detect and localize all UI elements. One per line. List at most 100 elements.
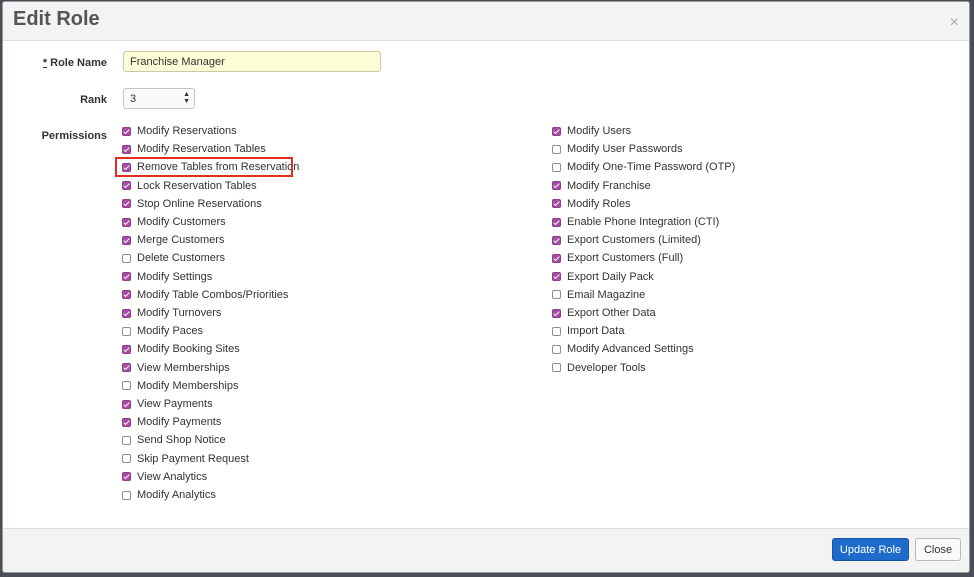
checkbox-checked[interactable]: [122, 199, 131, 209]
checkbox-checked[interactable]: [552, 181, 561, 191]
permission-item[interactable]: Email Magazine: [552, 286, 645, 304]
checkbox-unchecked[interactable]: [552, 363, 561, 373]
permission-label: Modify Reservations: [137, 125, 237, 137]
permission-item[interactable]: View Analytics: [122, 468, 207, 486]
checkbox-unchecked[interactable]: [552, 326, 561, 336]
checkbox-unchecked[interactable]: [552, 344, 561, 354]
checkbox-checked[interactable]: [122, 308, 131, 318]
permission-item[interactable]: Modify Payments: [122, 413, 221, 431]
permission-item[interactable]: Import Data: [552, 322, 624, 340]
select-arrows-icon: ▲ ▼: [183, 91, 190, 105]
permission-item[interactable]: Modify Reservations: [122, 122, 237, 140]
permission-item[interactable]: Send Shop Notice: [122, 431, 226, 449]
permission-item[interactable]: View Memberships: [122, 359, 230, 377]
permission-item[interactable]: Modify Reservation Tables: [122, 140, 266, 158]
permission-label: Export Daily Pack: [567, 270, 654, 283]
checkbox-unchecked[interactable]: [552, 290, 561, 300]
permission-label: Skip Payment Request: [137, 452, 249, 465]
close-icon[interactable]: ×: [950, 15, 959, 31]
modal-title: Edit Role: [13, 8, 100, 30]
permission-label: Email Magazine: [567, 288, 646, 301]
permission-item[interactable]: Modify Booking Sites: [122, 340, 240, 358]
checkbox-checked[interactable]: [122, 272, 131, 282]
permission-item[interactable]: Modify Franchise: [552, 177, 651, 195]
permission-item[interactable]: Export Customers (Full): [552, 249, 683, 267]
checkbox-checked[interactable]: [122, 181, 131, 191]
permission-item[interactable]: Export Customers (Limited): [552, 231, 701, 249]
permission-label: Modify Turnovers: [137, 307, 222, 319]
permission-label: Delete Customers: [137, 252, 226, 265]
checkbox-unchecked[interactable]: [122, 490, 131, 500]
checkbox-checked[interactable]: [122, 235, 131, 245]
checkbox-checked[interactable]: [122, 162, 131, 172]
checkbox-checked[interactable]: [122, 144, 131, 154]
permission-item[interactable]: Skip Payment Request: [122, 450, 249, 468]
permission-item[interactable]: Stop Online Reservations: [122, 195, 262, 213]
permission-item[interactable]: Modify Settings: [122, 268, 212, 286]
permission-item[interactable]: Modify Table Combos/Priorities: [122, 286, 288, 304]
permission-item[interactable]: Modify Paces: [122, 322, 203, 340]
checkbox-unchecked[interactable]: [122, 454, 131, 464]
checkbox-checked[interactable]: [122, 417, 131, 427]
permission-item[interactable]: Developer Tools: [552, 359, 646, 377]
checkbox-checked[interactable]: [552, 308, 561, 318]
permission-item[interactable]: Lock Reservation Tables: [122, 177, 257, 195]
permission-label: Modify Analytics: [137, 489, 216, 501]
permission-item[interactable]: Export Other Data: [552, 304, 656, 322]
permission-label: Enable Phone Integration (CTI): [567, 216, 720, 228]
permission-label: Modify User Passwords: [567, 143, 683, 156]
permission-label: Stop Online Reservations: [137, 197, 262, 210]
update-role-button[interactable]: Update Role: [832, 538, 909, 561]
checkbox-checked[interactable]: [552, 272, 561, 282]
permission-item[interactable]: Delete Customers: [122, 249, 225, 267]
checkbox-checked[interactable]: [122, 363, 131, 373]
permission-label: Modify Customers: [137, 216, 226, 228]
permission-item[interactable]: Modify Users: [552, 122, 631, 140]
permission-label: View Payments: [137, 398, 213, 410]
permission-item[interactable]: Modify Advanced Settings: [552, 340, 694, 358]
permission-item[interactable]: Modify User Passwords: [552, 140, 683, 158]
permission-item[interactable]: Export Daily Pack: [552, 268, 654, 286]
checkbox-checked[interactable]: [122, 126, 131, 136]
checkbox-checked[interactable]: [122, 217, 131, 227]
permission-item[interactable]: Remove Tables from Reservation: [122, 158, 299, 176]
checkbox-checked[interactable]: [552, 199, 561, 209]
checkbox-checked[interactable]: [122, 344, 131, 354]
permission-item[interactable]: Modify One-Time Password (OTP): [552, 158, 735, 176]
checkbox-unchecked[interactable]: [122, 381, 131, 391]
checkbox-unchecked[interactable]: [122, 326, 131, 336]
permission-label: Modify Memberships: [137, 379, 239, 392]
permission-item[interactable]: Modify Turnovers: [122, 304, 221, 322]
permission-item[interactable]: View Payments: [122, 395, 213, 413]
close-button[interactable]: Close: [915, 538, 961, 561]
permission-label: Modify Settings: [137, 270, 213, 283]
permission-item[interactable]: Enable Phone Integration (CTI): [552, 213, 719, 231]
checkbox-checked[interactable]: [122, 399, 131, 409]
checkbox-checked[interactable]: [552, 253, 561, 263]
permission-label: Modify Table Combos/Priorities: [137, 288, 289, 301]
required-mark: *: [42, 57, 48, 69]
checkbox-checked[interactable]: [552, 217, 561, 227]
checkbox-checked[interactable]: [122, 472, 131, 482]
permission-item[interactable]: Modify Customers: [122, 213, 226, 231]
checkbox-unchecked[interactable]: [122, 253, 131, 263]
permission-label: Send Shop Notice: [137, 434, 226, 447]
permission-item[interactable]: Modify Memberships: [122, 377, 238, 395]
permission-label: Merge Customers: [137, 234, 225, 247]
rank-select[interactable]: 3 ▲ ▼: [123, 88, 195, 109]
checkbox-checked[interactable]: [552, 235, 561, 245]
permission-item[interactable]: Merge Customers: [122, 231, 224, 249]
permission-label: Modify Franchise: [567, 179, 651, 192]
permission-item[interactable]: Modify Analytics: [122, 486, 216, 504]
permissions-label: Permissions: [41, 130, 107, 142]
role-name-input[interactable]: [123, 51, 381, 72]
checkbox-unchecked[interactable]: [122, 435, 131, 445]
permission-label: View Analytics: [137, 470, 208, 483]
permission-label: Remove Tables from Reservation: [137, 161, 300, 174]
checkbox-unchecked[interactable]: [552, 144, 561, 154]
checkbox-unchecked[interactable]: [552, 162, 561, 172]
checkbox-checked[interactable]: [552, 126, 561, 136]
checkbox-checked[interactable]: [122, 290, 131, 300]
permission-item[interactable]: Modify Roles: [552, 195, 631, 213]
permission-label: Developer Tools: [567, 361, 646, 374]
